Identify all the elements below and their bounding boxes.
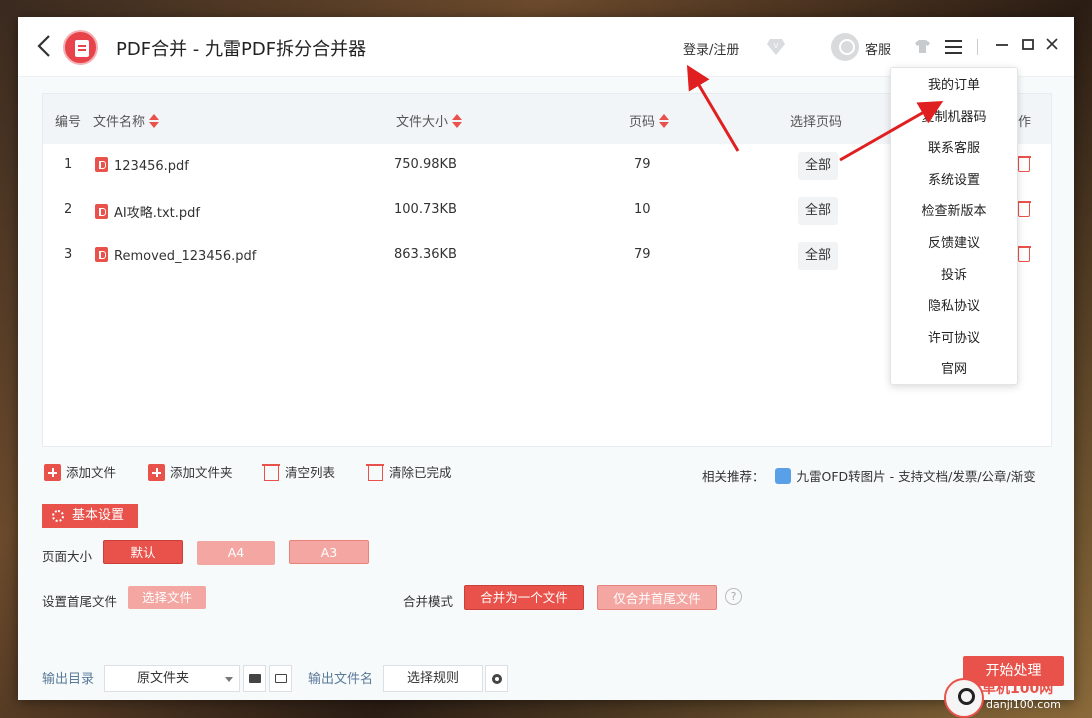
watermark-text: 单机100网 bbox=[982, 681, 1054, 697]
annotation-arrows bbox=[686, 64, 944, 162]
arrow-to-menu bbox=[839, 101, 944, 162]
arrow-to-login bbox=[686, 64, 740, 152]
watermark-logo-icon bbox=[944, 678, 984, 718]
site-watermark: 单机100网 danji100.com bbox=[944, 678, 1092, 718]
watermark-url: danji100.com bbox=[986, 698, 1061, 711]
